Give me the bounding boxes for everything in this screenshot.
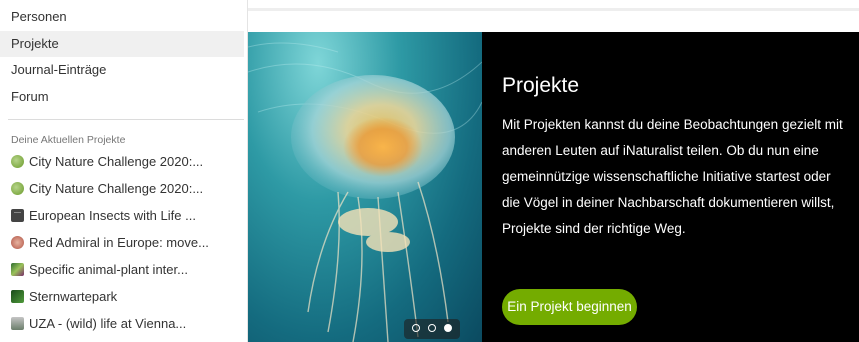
project-link[interactable]: City Nature Challenge 2020:...: [11, 178, 241, 200]
project-label: UZA - (wild) life at Vienna...: [29, 316, 187, 331]
project-link[interactable]: Red Admiral in Europe: move...: [11, 232, 241, 254]
butterfly-icon: [11, 236, 24, 249]
project-label: Specific animal-plant inter...: [29, 262, 188, 277]
carousel-indicator: [404, 319, 460, 339]
project-label: City Nature Challenge 2020:...: [29, 154, 204, 169]
community-dropdown-menu: Personen Projekte Journal-Einträge Forum…: [0, 0, 248, 342]
menu-item-journal[interactable]: Journal-Einträge: [0, 57, 244, 83]
hero-description: Mit Projekten kannst du deine Beobachtun…: [502, 117, 843, 236]
green-dot-icon: [11, 182, 24, 195]
menu-item-forum[interactable]: Forum: [0, 84, 244, 110]
project-label: Red Admiral in Europe: move...: [29, 235, 209, 250]
menu-item-people[interactable]: Personen: [0, 4, 244, 30]
hero-title: Projekte: [502, 74, 580, 97]
carousel-dot-3[interactable]: [444, 324, 452, 332]
recent-projects-heading: Deine Aktuellen Projekte: [11, 134, 126, 146]
project-label: European Insects with Life ...: [29, 208, 196, 223]
menu-divider: [8, 119, 244, 120]
project-label: Sternwartepark: [29, 289, 118, 304]
projects-hero: Projekte Mit Projekten kannst du deine B…: [248, 32, 859, 342]
project-link[interactable]: UZA - (wild) life at Vienna...: [11, 313, 241, 335]
bird-photo-icon: [11, 317, 24, 330]
project-link[interactable]: Specific animal-plant inter...: [11, 259, 241, 281]
project-link[interactable]: City Nature Challenge 2020:...: [11, 151, 241, 173]
plant-photo-icon: [11, 263, 24, 276]
carousel-dot-1[interactable]: [412, 324, 420, 332]
project-label: City Nature Challenge 2020:...: [29, 181, 204, 196]
start-project-button[interactable]: Ein Projekt beginnen: [502, 289, 637, 325]
leaf-photo-icon: [11, 290, 24, 303]
project-link[interactable]: European Insects with Life ...: [11, 205, 241, 227]
green-dot-icon: [11, 155, 24, 168]
menu-item-projects[interactable]: Projekte: [0, 31, 244, 57]
carousel-dot-2[interactable]: [428, 324, 436, 332]
briefcase-icon: [11, 209, 24, 222]
jellyfish-image: [248, 32, 482, 342]
header-divider: [248, 8, 859, 11]
project-link[interactable]: Sternwartepark: [11, 286, 241, 308]
